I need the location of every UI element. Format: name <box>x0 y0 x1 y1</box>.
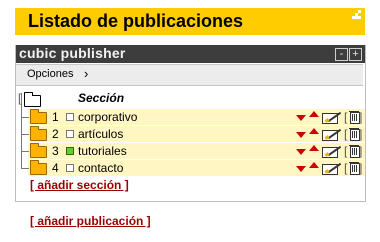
edit-pencil-icon[interactable] <box>322 127 342 141</box>
section-number: 4 <box>52 161 59 175</box>
section-row: 2 artículos [] <box>21 118 365 142</box>
tree-connector <box>21 93 29 118</box>
chevron-right-icon[interactable]: › <box>84 66 88 81</box>
section-column-header: Sección <box>78 91 125 105</box>
tree-connector <box>21 135 29 152</box>
arrow-down-icon[interactable] <box>296 132 306 138</box>
folder-icon[interactable] <box>30 160 47 175</box>
arrow-up-icon[interactable] <box>309 111 319 117</box>
section-name[interactable]: artículos <box>78 127 123 141</box>
page-title: Listado de publicaciones <box>28 11 244 31</box>
publisher-panel: cubic publisher - + Opciones › [ Sección… <box>15 45 366 202</box>
arrow-down-icon[interactable] <box>296 166 306 172</box>
section-name[interactable]: corporativo <box>78 110 137 124</box>
trash-icon[interactable]: [] <box>344 144 362 158</box>
tree-connector <box>21 152 29 169</box>
tree-connector <box>21 118 29 135</box>
section-row: 3 tutoriales [] <box>21 135 365 159</box>
arrow-down-icon[interactable] <box>296 149 306 155</box>
arrow-up-icon[interactable] <box>309 128 319 134</box>
status-square-icon <box>66 113 74 121</box>
tree-root: [ Sección <box>16 91 365 107</box>
trash-icon[interactable]: [] <box>344 110 362 124</box>
arrow-up-icon[interactable] <box>309 162 319 168</box>
panel-toolbar: Opciones › <box>16 64 363 86</box>
arrow-down-icon[interactable] <box>296 115 306 121</box>
section-name[interactable]: contacto <box>78 161 123 175</box>
trash-icon[interactable]: [] <box>344 127 362 141</box>
add-section-link[interactable]: [ añadir sección ] <box>30 178 129 192</box>
edit-pencil-icon[interactable] <box>322 144 342 158</box>
section-number: 1 <box>52 110 59 124</box>
folder-icon[interactable] <box>30 126 47 141</box>
status-square-icon <box>66 147 74 155</box>
panel-title: cubic publisher <box>19 45 126 61</box>
maximize-button[interactable]: + <box>349 48 362 61</box>
folder-icon[interactable] <box>30 143 47 158</box>
trash-icon[interactable]: [] <box>344 161 362 175</box>
add-publication-link[interactable]: [ añadir publicación ] <box>30 214 151 228</box>
page-header: Listado de publicaciones <box>15 8 365 35</box>
section-name[interactable]: tutoriales <box>78 144 127 158</box>
header-corner-icon <box>352 10 362 20</box>
section-row: 1 corporativo [] <box>21 93 365 125</box>
status-square-icon <box>66 164 74 172</box>
minimize-button[interactable]: - <box>335 48 348 61</box>
status-square-icon <box>66 130 74 138</box>
arrow-up-icon[interactable] <box>309 145 319 151</box>
panel-header: cubic publisher - + <box>16 45 365 63</box>
folder-icon[interactable] <box>30 109 47 124</box>
edit-pencil-icon[interactable] <box>322 110 342 124</box>
edit-pencil-icon[interactable] <box>322 161 342 175</box>
section-row: 4 contacto [] <box>21 152 365 176</box>
options-menu[interactable]: Opciones <box>27 68 73 80</box>
section-number: 2 <box>52 127 59 141</box>
section-number: 3 <box>52 144 59 158</box>
